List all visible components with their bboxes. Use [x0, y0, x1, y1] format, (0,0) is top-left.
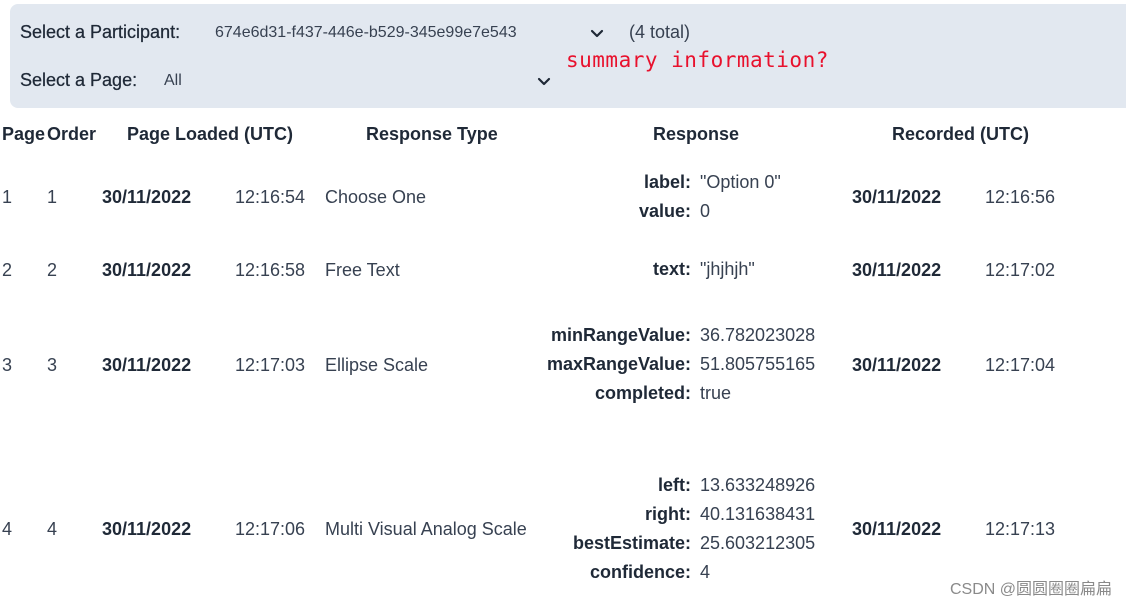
- cell-response-type: Free Text: [325, 260, 400, 280]
- cell-recorded-date: 30/11/2022: [852, 519, 942, 539]
- header-response: Response: [653, 124, 740, 144]
- participant-total: (4 total): [629, 22, 691, 42]
- cell-loaded-date: 30/11/2022: [102, 187, 192, 207]
- cell-recorded-date: 30/11/2022: [852, 355, 942, 375]
- cell-loaded-date: 30/11/2022: [102, 260, 192, 280]
- cell-loaded-date: 30/11/2022: [102, 355, 192, 375]
- response-key: text:: [652, 259, 691, 279]
- response-value: "jhjhjh": [700, 259, 755, 279]
- response-key: minRangeValue:: [550, 325, 691, 345]
- header-recorded: Recorded (UTC): [892, 124, 1030, 144]
- participant-select[interactable]: 674e6d31-f437-446e-b529-345e99e7e543: [215, 22, 605, 44]
- response-value: 36.782023028: [700, 325, 816, 345]
- response-value: 25.603212305: [700, 533, 816, 553]
- chevron-down-icon: [537, 77, 551, 86]
- page-select-value: All: [164, 72, 182, 89]
- page-select[interactable]: All: [164, 70, 552, 92]
- cell-order: 2: [47, 260, 58, 280]
- header-page-loaded: Page Loaded (UTC): [127, 124, 294, 144]
- response-values: text: "jhjhjh": [653, 255, 755, 284]
- header-page: Page: [2, 124, 46, 144]
- cell-page: 1: [2, 187, 13, 207]
- response-key: bestEstimate:: [572, 533, 691, 553]
- response-key: maxRangeValue:: [546, 354, 691, 374]
- cell-order: 3: [47, 355, 58, 375]
- cell-loaded-date: 30/11/2022: [102, 519, 192, 539]
- cell-response-type: Ellipse Scale: [325, 355, 429, 375]
- response-values: label: "Option 0" value: 0: [639, 168, 781, 226]
- watermark: CSDN @圆圆圈圈扁扁: [949, 581, 1112, 598]
- cell-page: 4: [2, 519, 13, 539]
- cell-loaded-time: 12:16:58: [235, 260, 306, 280]
- cell-recorded-time: 12:16:56: [985, 187, 1056, 207]
- header-response-type: Response Type: [366, 124, 498, 144]
- cell-order: 1: [47, 187, 58, 207]
- cell-recorded-date: 30/11/2022: [852, 260, 942, 280]
- response-key: label:: [643, 172, 691, 192]
- response-value: 0: [700, 201, 711, 221]
- response-value: 51.805755165: [700, 354, 816, 374]
- cell-recorded-time: 12:17:02: [985, 260, 1056, 280]
- page-label: Select a Page:: [20, 70, 138, 90]
- participant-select-value: 674e6d31-f437-446e-b529-345e99e7e543: [215, 24, 517, 41]
- response-key: confidence:: [589, 562, 691, 582]
- cell-page: 2: [2, 260, 13, 280]
- response-key: left:: [658, 475, 691, 495]
- response-value: 4: [700, 562, 711, 582]
- cell-recorded-time: 12:17:13: [985, 519, 1056, 539]
- chevron-down-icon: [590, 29, 604, 38]
- response-value: 13.633248926: [700, 475, 816, 495]
- annotation-note: summary information?: [566, 48, 829, 72]
- cell-order: 4: [47, 519, 58, 539]
- cell-response-type: Choose One: [325, 187, 427, 207]
- response-values: left: 13.633248926 right: 40.131638431 bes…: [573, 471, 815, 587]
- response-value: "Option 0": [700, 172, 781, 192]
- response-values: minRangeValue: 36.782023028 maxRangeValue…: [547, 321, 815, 408]
- cell-loaded-time: 12:17:06: [235, 519, 306, 539]
- cell-response-type: Multi Visual Analog Scale: [325, 519, 527, 539]
- cell-recorded-date: 30/11/2022: [852, 187, 942, 207]
- response-key: right:: [645, 504, 691, 524]
- header-order: Order: [47, 124, 97, 144]
- participant-label: Select a Participant:: [20, 22, 181, 42]
- cell-recorded-time: 12:17:04: [985, 355, 1056, 375]
- response-key: completed:: [594, 383, 691, 403]
- cell-loaded-time: 12:16:54: [235, 187, 306, 207]
- cell-loaded-time: 12:17:03: [235, 355, 306, 375]
- response-value: true: [700, 383, 732, 403]
- cell-page: 3: [2, 355, 13, 375]
- response-value: 40.131638431: [700, 504, 816, 524]
- response-key: value:: [638, 201, 691, 221]
